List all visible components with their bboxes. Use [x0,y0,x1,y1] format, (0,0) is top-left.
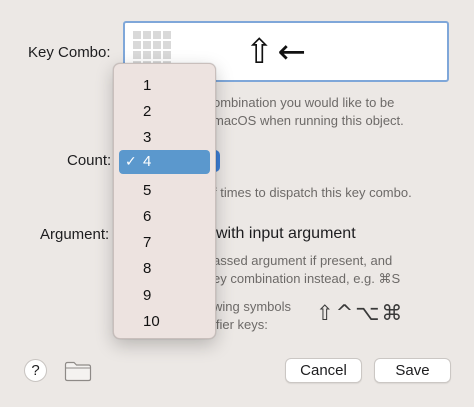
menu-item-label: 3 [143,129,152,146]
menu-item-5[interactable]: 5 [119,179,210,203]
count-label: Count: [67,152,112,169]
menu-item-10[interactable]: 10 [119,310,210,334]
menu-item-label: 1 [143,77,152,94]
menu-item-label: 10 [143,313,160,330]
symbols-help-2: ifier keys: [213,317,268,332]
checkmark-icon: ✓ [125,154,137,170]
menu-item-8[interactable]: 8 [119,257,210,281]
menu-item-label: 4 [143,153,152,170]
menu-item-label: 2 [143,103,152,120]
modifier-symbols: ⇧^⌥⌘ [316,301,405,325]
menu-item-label: 7 [143,234,152,251]
menu-item-label: 5 [143,182,152,199]
menu-item-label: 8 [143,260,152,277]
argument-help-2: ey combination instead, e.g. ⌘S [213,271,401,286]
key-combo-help-2: macOS when running this object. [213,113,404,128]
menu-item-label: 9 [143,287,152,304]
menu-item-6[interactable]: 6 [119,205,210,229]
menu-item-2[interactable]: 2 [119,100,210,124]
count-help: f times to dispatch this key combo. [213,185,412,200]
symbols-help-1: wing symbols [213,299,292,314]
argument-help-1: assed argument if present, and [213,253,393,268]
key-combo-symbols: ⇧← [245,32,310,72]
argument-checkbox-label[interactable]: with input argument [216,225,356,243]
menu-item-7[interactable]: 7 [119,231,210,255]
menu-item-1[interactable]: 1 [119,74,210,98]
menu-item-label: 6 [143,208,152,225]
count-dropdown-menu: 1 2 3 ✓ 4 5 6 7 8 9 10 [113,63,216,339]
help-button[interactable]: ? [24,359,47,382]
save-button[interactable]: Save [374,358,451,383]
key-combo-label: Key Combo: [28,44,111,61]
menu-item-3[interactable]: 3 [119,126,210,150]
key-combo-help-1: ombination you would like to be [213,95,395,110]
cancel-button[interactable]: Cancel [285,358,362,383]
menu-item-4[interactable]: ✓ 4 [119,150,210,174]
folder-icon[interactable] [64,361,92,382]
argument-label: Argument: [40,226,110,243]
menu-item-9[interactable]: 9 [119,284,210,308]
